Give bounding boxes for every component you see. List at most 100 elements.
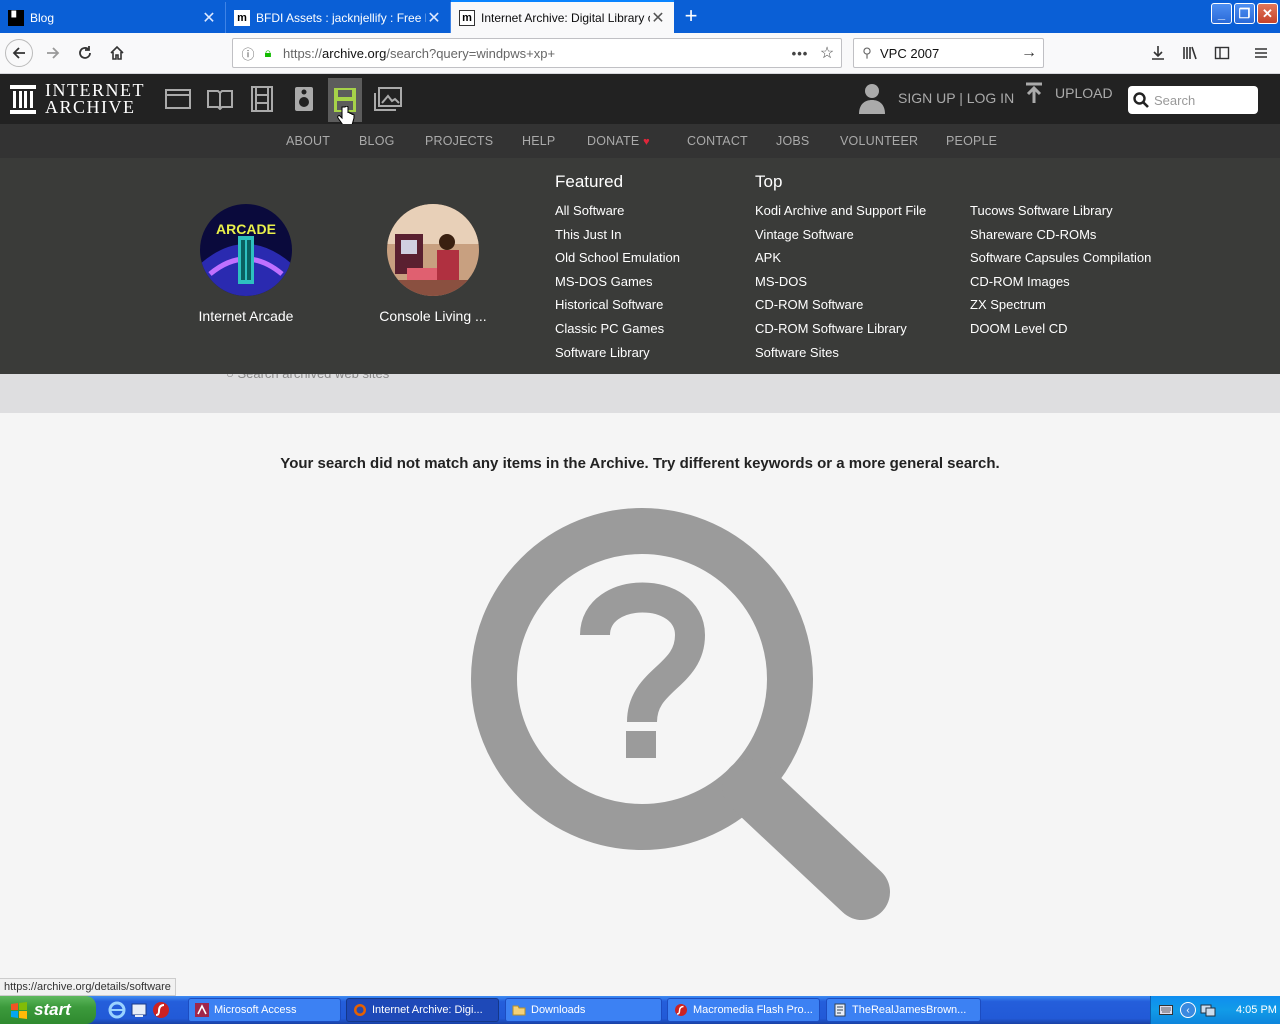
top-link[interactable]: CD-ROM Software Library bbox=[755, 319, 926, 343]
featured-link[interactable]: MS-DOS Games bbox=[555, 272, 680, 296]
access-app-icon bbox=[195, 1003, 209, 1017]
close-tab-icon[interactable]: ✕ bbox=[426, 8, 442, 28]
task-internet-archive[interactable]: Internet Archive: Digi... bbox=[346, 998, 499, 1022]
web-icon[interactable] bbox=[161, 83, 195, 115]
nav-contact[interactable]: CONTACT bbox=[687, 134, 748, 148]
nav-blog[interactable]: BLOG bbox=[359, 134, 395, 148]
lock-icon[interactable]: 🔒︎ bbox=[259, 45, 277, 61]
restore-button[interactable]: ❐ bbox=[1234, 3, 1255, 24]
page-actions-icon[interactable]: ••• bbox=[787, 46, 813, 61]
featured-link[interactable]: Old School Emulation bbox=[555, 248, 680, 272]
user-icon bbox=[859, 84, 885, 114]
info-icon[interactable]: ⓘ bbox=[237, 44, 259, 63]
search-go-icon[interactable]: → bbox=[1015, 44, 1043, 62]
texts-icon[interactable] bbox=[203, 83, 237, 115]
bookmark-star-icon[interactable]: ☆ bbox=[813, 43, 841, 63]
tab-title: Blog bbox=[30, 10, 55, 25]
top-link[interactable]: Tucows Software Library bbox=[970, 201, 1151, 225]
document-app-icon bbox=[834, 1003, 846, 1017]
signup-login-link[interactable]: SIGN UP | LOG IN bbox=[898, 90, 1014, 106]
top-link[interactable]: APK bbox=[755, 248, 926, 272]
close-window-button[interactable]: ✕ bbox=[1257, 3, 1278, 24]
nav-projects[interactable]: PROJECTS bbox=[425, 134, 493, 148]
downloads-button[interactable] bbox=[1144, 39, 1172, 67]
status-link-preview: https://archive.org/details/software bbox=[0, 978, 176, 996]
home-button[interactable] bbox=[103, 39, 131, 67]
blog-favicon: ▘ bbox=[8, 9, 24, 26]
start-button[interactable]: start bbox=[0, 996, 96, 1024]
browser-search-bar[interactable]: ⚲ VPC 2007 → bbox=[853, 38, 1044, 68]
top-link[interactable]: ZX Spectrum bbox=[970, 295, 1151, 319]
task-label: Microsoft Access bbox=[214, 1004, 297, 1016]
software-dropdown-panel: ARCADE Internet Arcade Console Living ..… bbox=[0, 158, 1280, 374]
flash-icon[interactable] bbox=[152, 1001, 170, 1019]
nav-volunteer[interactable]: VOLUNTEER bbox=[840, 134, 918, 148]
minimize-button[interactable]: _ bbox=[1211, 3, 1232, 24]
featured-heading: Featured bbox=[555, 172, 624, 191]
nav-donate[interactable]: DONATE ♥ bbox=[587, 134, 650, 148]
top-link[interactable]: Vintage Software bbox=[755, 225, 926, 249]
tab-internet-archive[interactable]: m Internet Archive: Digital Library of ✕ bbox=[451, 0, 674, 33]
tray-expand-icon[interactable]: ‹ bbox=[1180, 1002, 1196, 1018]
close-tab-icon[interactable]: ✕ bbox=[201, 8, 217, 28]
task-therealjamesbrown[interactable]: TheRealJamesBrown... bbox=[826, 998, 981, 1022]
new-tab-button[interactable]: + bbox=[678, 4, 704, 30]
no-results-message: Your search did not match any items in t… bbox=[280, 455, 1000, 472]
upload-link[interactable]: UPLOAD bbox=[1024, 82, 1113, 104]
url-text[interactable]: https://archive.org/search?query=windpws… bbox=[283, 46, 787, 61]
tile-internet-arcade[interactable]: ARCADE Internet Arcade bbox=[176, 204, 316, 324]
search-value[interactable]: VPC 2007 bbox=[880, 46, 1015, 61]
network-icon[interactable] bbox=[1200, 1003, 1216, 1017]
logo-line-2: ARCHIVE bbox=[45, 97, 136, 117]
top-link[interactable]: Software Capsules Compilation bbox=[970, 248, 1151, 272]
internet-archive-logo[interactable]: INTERNET ARCHIVE bbox=[9, 81, 145, 117]
featured-link[interactable]: Historical Software bbox=[555, 295, 680, 319]
featured-link[interactable]: Software Library bbox=[555, 343, 680, 367]
internet-archive-header: INTERNET ARCHIVE SIGN UP | LOG IN UPLOAD… bbox=[0, 74, 1280, 126]
top-link[interactable]: CD-ROM Software bbox=[755, 295, 926, 319]
show-desktop-icon[interactable] bbox=[130, 1001, 148, 1019]
tab-blog[interactable]: ▘ Blog ✕ bbox=[0, 2, 226, 33]
sidebar-button[interactable] bbox=[1208, 39, 1236, 67]
video-icon[interactable] bbox=[245, 83, 279, 115]
audio-icon[interactable] bbox=[287, 83, 321, 115]
close-tab-icon[interactable]: ✕ bbox=[650, 8, 666, 28]
secondary-nav: ABOUT BLOG PROJECTS HELP DONATE ♥ CONTAC… bbox=[0, 124, 1280, 158]
top-link[interactable]: CD-ROM Images bbox=[970, 272, 1151, 296]
top-link[interactable]: MS-DOS bbox=[755, 272, 926, 296]
search-icon bbox=[1128, 92, 1154, 108]
top-link[interactable]: Kodi Archive and Support File bbox=[755, 201, 926, 225]
task-macromedia-flash[interactable]: Macromedia Flash Pro... bbox=[667, 998, 820, 1022]
forward-button[interactable] bbox=[39, 39, 67, 67]
ie-icon[interactable] bbox=[108, 1001, 126, 1019]
user-area[interactable]: SIGN UP | LOG IN bbox=[858, 82, 1014, 114]
windows-flag-icon bbox=[11, 1002, 27, 1019]
featured-link[interactable]: This Just In bbox=[555, 225, 680, 249]
ia-search-input[interactable]: Search bbox=[1128, 86, 1258, 114]
hamburger-menu-icon bbox=[1255, 48, 1267, 58]
top-link[interactable]: Shareware CD-ROMs bbox=[970, 225, 1151, 249]
task-downloads[interactable]: Downloads bbox=[505, 998, 662, 1022]
url-bar[interactable]: ⓘ 🔒︎ https://archive.org/search?query=wi… bbox=[232, 38, 842, 68]
nav-help[interactable]: HELP bbox=[522, 134, 555, 148]
top-link[interactable]: Software Sites bbox=[755, 343, 926, 367]
nav-jobs[interactable]: JOBS bbox=[776, 134, 809, 148]
keyboard-icon[interactable] bbox=[1159, 1004, 1173, 1016]
images-icon[interactable] bbox=[371, 83, 405, 115]
top-link[interactable]: DOOM Level CD bbox=[970, 319, 1151, 343]
featured-link[interactable]: Classic PC Games bbox=[555, 319, 680, 343]
tile-console-living-room[interactable]: Console Living ... bbox=[363, 204, 503, 324]
reload-button[interactable] bbox=[71, 39, 99, 67]
nav-people[interactable]: PEOPLE bbox=[946, 134, 997, 148]
folder-icon bbox=[512, 1005, 526, 1016]
tab-bfdi-assets[interactable]: m BFDI Assets : jacknjellify : Free Do ✕ bbox=[226, 2, 451, 33]
nav-about[interactable]: ABOUT bbox=[286, 134, 330, 148]
back-button[interactable] bbox=[5, 39, 33, 67]
menu-button[interactable] bbox=[1247, 39, 1275, 67]
library-button[interactable] bbox=[1176, 39, 1204, 67]
task-microsoft-access[interactable]: Microsoft Access bbox=[188, 998, 341, 1022]
featured-link[interactable]: All Software bbox=[555, 201, 680, 225]
tab-title: Internet Archive: Digital Library of bbox=[481, 10, 650, 25]
task-label: Internet Archive: Digi... bbox=[372, 1004, 483, 1016]
logo-text: INTERNET ARCHIVE bbox=[45, 81, 145, 117]
